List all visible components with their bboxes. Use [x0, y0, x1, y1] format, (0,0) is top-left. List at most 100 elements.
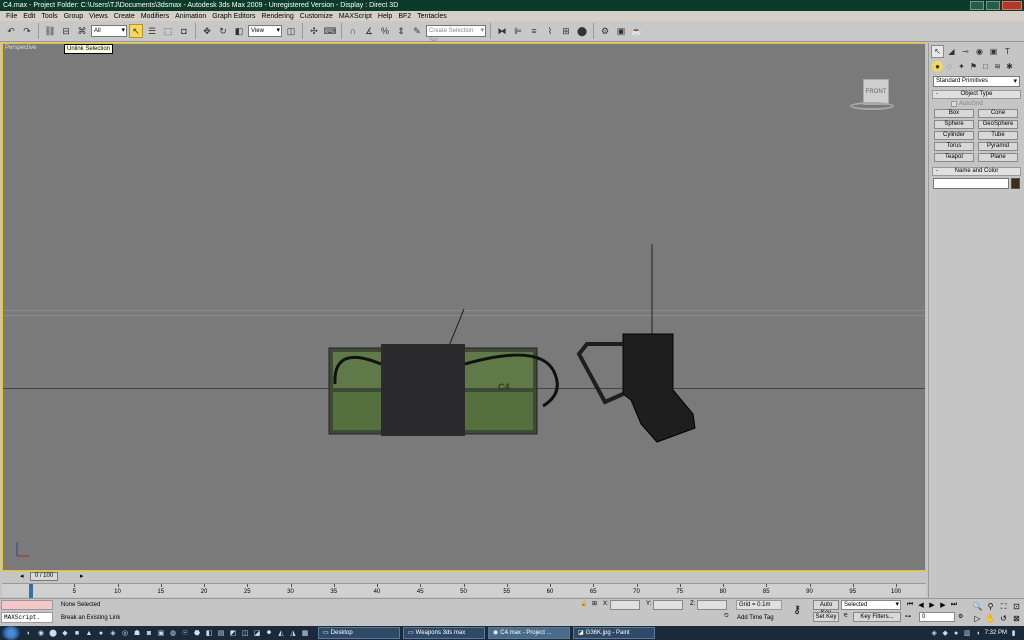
quick-launch-app-icon[interactable]: ☗: [132, 628, 142, 638]
next-frame-arrow-icon[interactable]: ▸: [80, 572, 84, 580]
redo-icon[interactable]: ↷: [20, 24, 34, 38]
angle-snap-icon[interactable]: ∡: [362, 24, 376, 38]
zoom-icon[interactable]: 🔍: [972, 601, 983, 612]
name-and-color-rollout[interactable]: Name and Color: [932, 167, 1021, 176]
time-slider-thumb[interactable]: 0 / 100: [30, 572, 58, 581]
pivot-center-icon[interactable]: ◫: [284, 24, 298, 38]
select-by-name-icon[interactable]: ☰: [145, 24, 159, 38]
select-and-scale-icon[interactable]: ◧: [232, 24, 246, 38]
previous-frame-icon[interactable]: ◀: [916, 600, 926, 610]
quick-launch-app-icon[interactable]: ◍: [168, 628, 178, 638]
torus-button[interactable]: Torus: [934, 142, 974, 151]
perspective-viewport[interactable]: Perspective FRONT C4: [2, 43, 926, 571]
quick-launch-app-icon[interactable]: ⬥: [264, 628, 274, 638]
utilities-tab-icon[interactable]: T: [1001, 45, 1014, 58]
geometry-icon[interactable]: ●: [932, 61, 943, 72]
menu-maxscript[interactable]: MAXScript: [336, 13, 375, 20]
mirror-icon[interactable]: ⧓: [495, 24, 509, 38]
tray-app-icon[interactable]: ◆: [941, 629, 950, 638]
select-and-link-icon[interactable]: ⛓: [43, 24, 57, 38]
quick-launch-app-icon[interactable]: ◧: [204, 628, 214, 638]
pyramid-button[interactable]: Pyramid: [978, 142, 1018, 151]
time-slider[interactable]: ◂ 0 / 100 ▸: [2, 572, 926, 582]
menu-views[interactable]: Views: [86, 13, 111, 20]
select-and-move-icon[interactable]: ✥: [200, 24, 214, 38]
menu-rendering[interactable]: Rendering: [258, 13, 296, 20]
absolute-mode-icon[interactable]: ⊞: [592, 600, 597, 607]
quick-launch-app-icon[interactable]: ◎: [120, 628, 130, 638]
reference-coordinate-dropdown[interactable]: View: [248, 25, 282, 37]
quick-launch-app-icon[interactable]: ◈: [108, 628, 118, 638]
quick-launch-app-icon[interactable]: ◩: [228, 628, 238, 638]
x-coordinate-field[interactable]: [610, 600, 640, 610]
current-frame-field[interactable]: 0: [919, 612, 955, 622]
orbit-icon[interactable]: ↺: [998, 613, 1009, 624]
show-desktop-icon[interactable]: ▮: [1009, 629, 1018, 638]
quick-launch-app-icon[interactable]: ⬤: [48, 628, 58, 638]
window-crossing-icon[interactable]: ◘: [177, 24, 191, 38]
pan-view-icon[interactable]: ✋: [985, 613, 996, 624]
space-warps-icon[interactable]: ≋: [992, 61, 1003, 72]
menu-modifiers[interactable]: Modifiers: [138, 13, 172, 20]
edit-named-selection-icon[interactable]: ✎: [410, 24, 424, 38]
menu-group[interactable]: Group: [61, 13, 86, 20]
layer-manager-icon[interactable]: ≡: [527, 24, 541, 38]
key-mode-dropdown[interactable]: Selected: [841, 600, 901, 610]
taskbar-item-paint[interactable]: ◪ G36K.jpg - Paint: [573, 627, 655, 639]
material-editor-icon[interactable]: ⬤: [575, 24, 589, 38]
curve-editor-icon[interactable]: ⌇: [543, 24, 557, 38]
quick-launch-app-icon[interactable]: ◭: [276, 628, 286, 638]
quick-launch-app-icon[interactable]: ●: [96, 628, 106, 638]
select-and-rotate-icon[interactable]: ↻: [216, 24, 230, 38]
quick-launch-app-icon[interactable]: ◆: [60, 628, 70, 638]
menu-help[interactable]: Help: [375, 13, 395, 20]
shapes-icon[interactable]: ◌: [944, 61, 955, 72]
motion-tab-icon[interactable]: ◉: [973, 45, 986, 58]
key-filters-button[interactable]: Key Filters...: [853, 612, 901, 622]
taskbar-item-3dsmax[interactable]: ◉ C4.max - Project ...: [488, 627, 570, 639]
add-time-tag-button[interactable]: Add Time Tag: [734, 613, 784, 623]
tray-app-icon[interactable]: ●: [952, 629, 961, 638]
select-and-manipulate-icon[interactable]: ✣: [307, 24, 321, 38]
z-coordinate-field[interactable]: [697, 600, 727, 610]
rendered-frame-window-icon[interactable]: ▣: [614, 24, 628, 38]
play-icon[interactable]: ▶: [927, 600, 937, 610]
hierarchy-tab-icon[interactable]: ⊸: [959, 45, 972, 58]
geosphere-button[interactable]: GeoSphere: [978, 120, 1018, 129]
schematic-view-icon[interactable]: ⊞: [559, 24, 573, 38]
selection-region-icon[interactable]: ⬚: [161, 24, 175, 38]
menu-file[interactable]: File: [3, 13, 20, 20]
quick-launch-app-icon[interactable]: ■: [72, 628, 82, 638]
render-production-icon[interactable]: ☕: [630, 24, 644, 38]
next-frame-icon[interactable]: ▶: [938, 600, 948, 610]
maximize-button[interactable]: [986, 1, 1000, 10]
default-in-out-key-icon[interactable]: ⚷: [793, 603, 801, 616]
object-type-rollout[interactable]: Object Type: [932, 90, 1021, 99]
percent-snap-icon[interactable]: %: [378, 24, 392, 38]
primitive-category-dropdown[interactable]: Standard Primitives: [933, 76, 1020, 87]
maxscript-label[interactable]: MAXScript.: [1, 612, 53, 623]
helpers-icon[interactable]: □: [980, 61, 991, 72]
key-mode-toggle-icon[interactable]: ⊶: [905, 613, 911, 620]
auto-key-button[interactable]: Auto Key: [813, 600, 839, 616]
maximize-viewport-icon[interactable]: ⊠: [1011, 613, 1022, 624]
menu-customize[interactable]: Customize: [297, 13, 336, 20]
object-color-swatch[interactable]: [1011, 178, 1020, 189]
bind-to-space-warp-icon[interactable]: ⌘: [75, 24, 89, 38]
box-button[interactable]: Box: [934, 109, 974, 118]
quick-launch-app-icon[interactable]: ◐: [24, 628, 34, 638]
menu-bf2[interactable]: BF2: [395, 13, 414, 20]
create-tab-icon[interactable]: ↖: [931, 45, 944, 58]
zoom-extents-all-icon[interactable]: ⊡: [1011, 601, 1022, 612]
minimize-button[interactable]: [970, 1, 984, 10]
sphere-button[interactable]: Sphere: [934, 120, 974, 129]
quick-launch-app-icon[interactable]: ☉: [180, 628, 190, 638]
render-setup-icon[interactable]: ⚙: [598, 24, 612, 38]
keyboard-shortcut-override-icon[interactable]: ⌨: [323, 24, 337, 38]
select-object-icon[interactable]: ↖: [129, 24, 143, 38]
teapot-button[interactable]: Teapot: [934, 153, 974, 162]
cylinder-button[interactable]: Cylinder: [934, 131, 974, 140]
spinner-snap-icon[interactable]: ⇕: [394, 24, 408, 38]
network-icon[interactable]: ▥: [963, 629, 972, 638]
menu-edit[interactable]: Edit: [20, 13, 38, 20]
